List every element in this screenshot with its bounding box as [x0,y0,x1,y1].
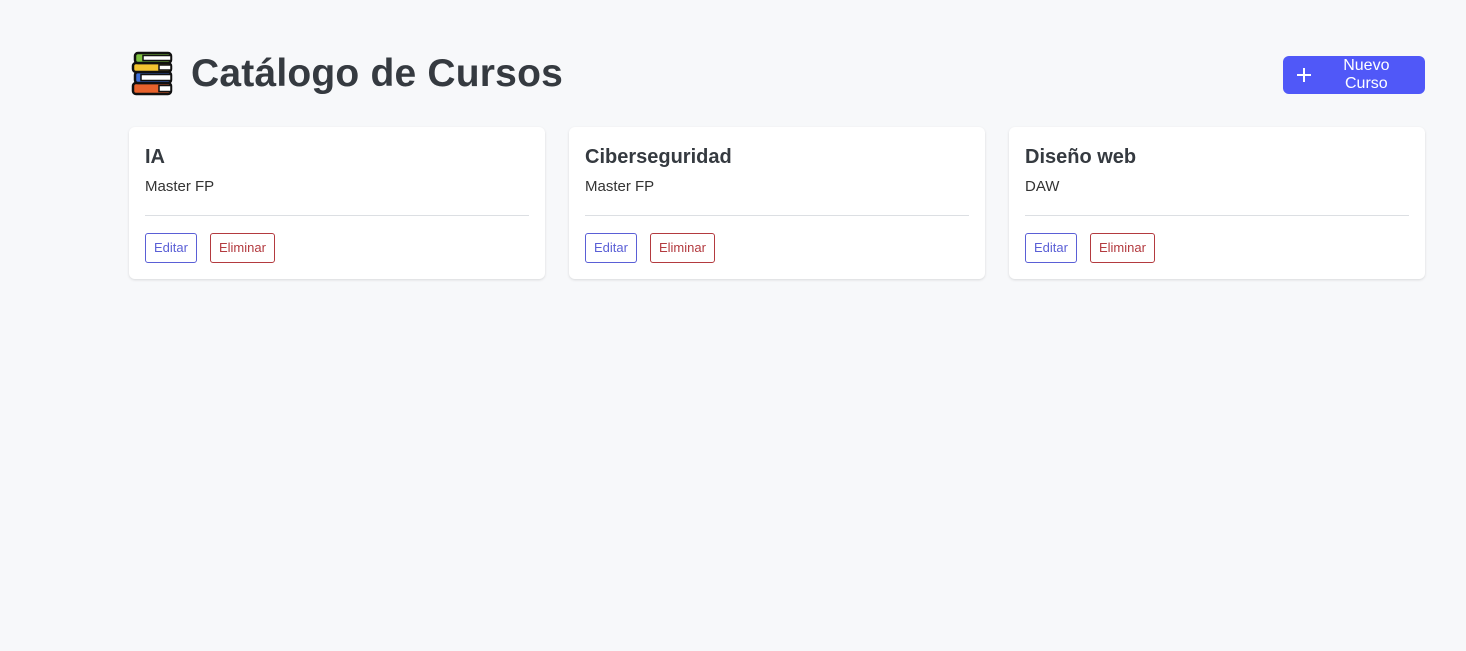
delete-button[interactable]: Eliminar [649,233,715,263]
edit-button[interactable]: Editar [585,233,637,263]
card-divider [1025,215,1409,216]
new-course-button[interactable]: Nuevo Curso [1283,56,1425,94]
course-card: Ciberseguridad Master FP Editar Eliminar [569,127,985,279]
course-title: Diseño web [1025,146,1137,168]
edit-button[interactable]: Editar [1025,233,1077,263]
course-title: Ciberseguridad [585,146,732,168]
card-actions: Editar Eliminar [145,233,275,263]
course-list: IA Master FP Editar Eliminar Ciberseguri… [129,127,1425,279]
delete-button[interactable]: Eliminar [1089,233,1155,263]
plus-icon [1297,68,1311,82]
card-actions: Editar Eliminar [1025,233,1155,263]
card-divider [145,215,529,216]
page-title: Catálogo de Cursos [191,52,563,95]
page-header: Catálogo de Cursos Nuevo Curso [129,50,1425,98]
card-actions: Editar Eliminar [585,233,715,263]
new-course-label: Nuevo Curso [1343,57,1390,92]
course-title: IA [145,146,165,168]
edit-button[interactable]: Editar [145,233,197,263]
course-card: IA Master FP Editar Eliminar [129,127,545,279]
delete-button[interactable]: Eliminar [209,233,275,263]
course-subtitle: DAW [1025,178,1060,195]
course-card: Diseño web DAW Editar Eliminar [1009,127,1425,279]
course-subtitle: Master FP [145,178,215,195]
card-divider [585,215,969,216]
course-subtitle: Master FP [585,178,655,195]
title-group: Catálogo de Cursos [129,50,563,98]
books-icon [131,51,173,96]
